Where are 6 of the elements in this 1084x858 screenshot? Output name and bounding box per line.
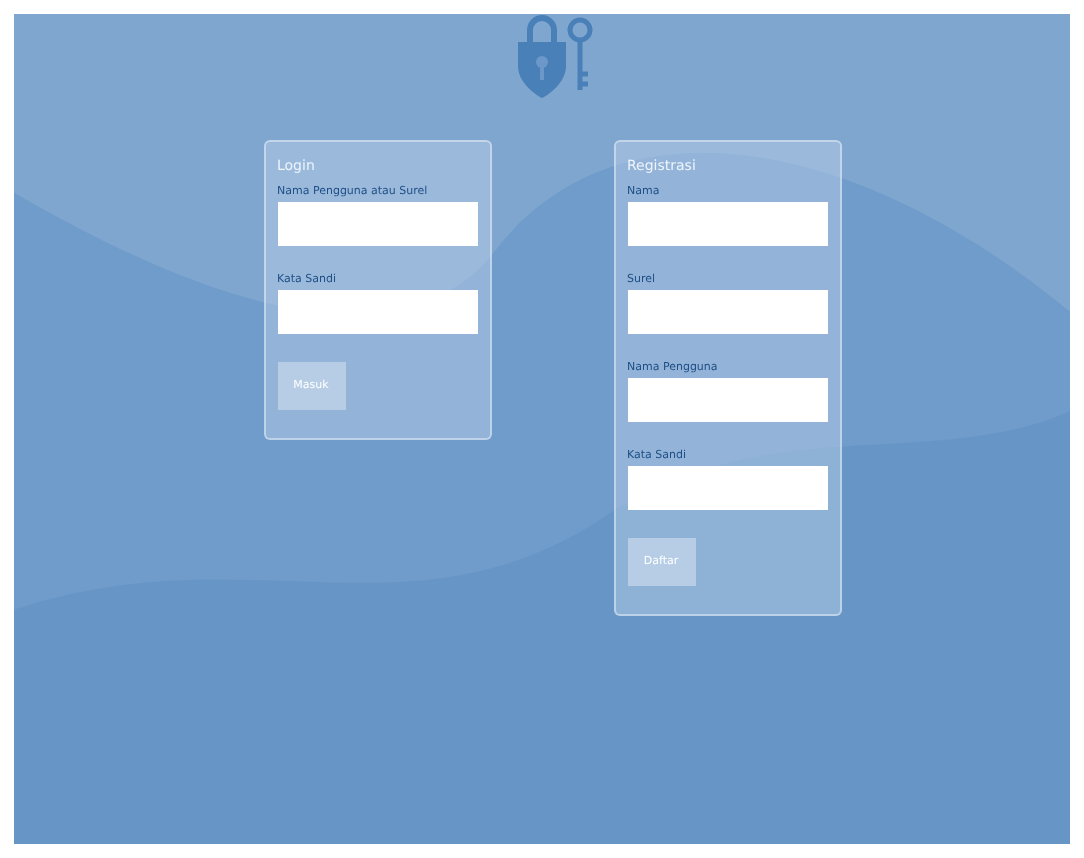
input-field[interactable] [627,290,827,334]
input-field[interactable] [277,290,477,334]
input-field[interactable] [627,378,827,422]
input-field[interactable] [627,202,827,246]
input-field[interactable] [627,466,827,510]
input-field[interactable] [277,202,477,246]
